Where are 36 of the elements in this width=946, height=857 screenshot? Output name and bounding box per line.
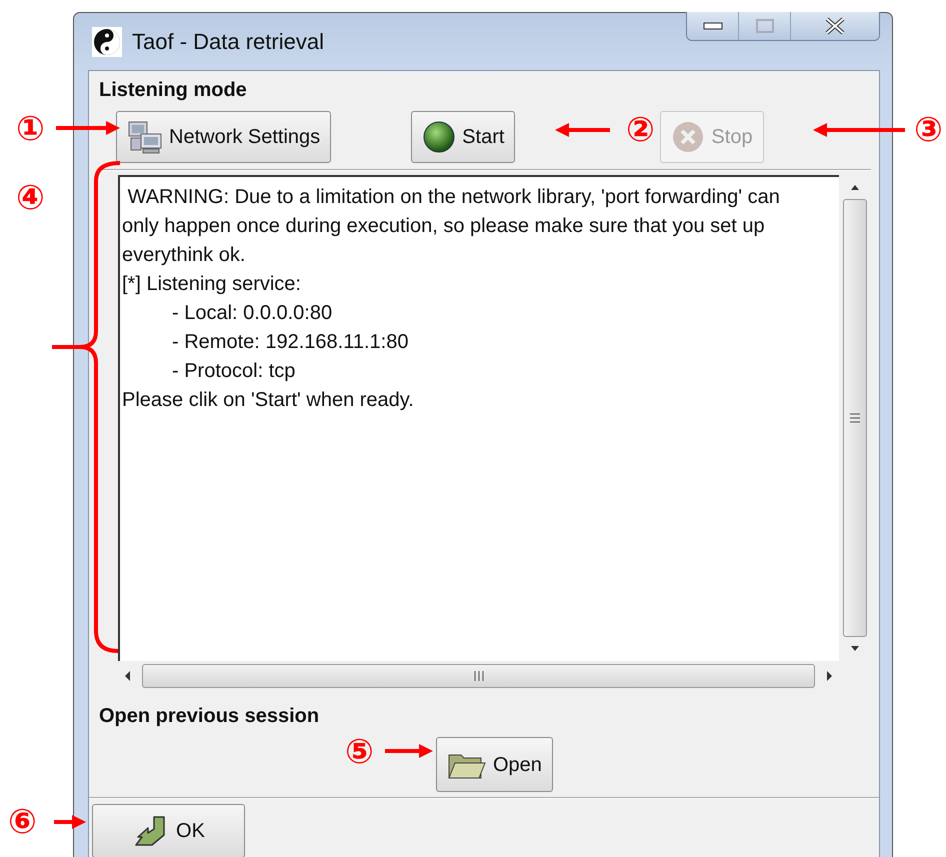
log-line: WARNING: Due to a limitation on the network library, 'port forwarding' can only happen once during execution, so please make sure that you set up everythink ok.: [122, 185, 781, 268]
callout-number: ①: [16, 111, 45, 147]
log-text-area[interactable]: [118, 175, 839, 661]
log-line: - Remote: 192.168.11.1:80: [171, 330, 410, 355]
grip-icon: [472, 670, 484, 682]
scroll-right-icon[interactable]: [825, 669, 835, 683]
minimize-icon: [702, 22, 722, 30]
section-heading: Open previous session: [98, 704, 320, 729]
arrow: [54, 814, 86, 830]
log-line: - Protocol: tcp: [171, 359, 296, 384]
yin-yang-icon: [92, 26, 122, 56]
callout-number: ④: [16, 180, 45, 216]
close-button[interactable]: [791, 12, 879, 40]
network-settings-button[interactable]: Network Settings: [116, 111, 332, 163]
close-icon: [824, 17, 846, 35]
minimize-button[interactable]: [687, 12, 739, 40]
callout-number: ②: [626, 112, 655, 148]
open-button[interactable]: Open: [436, 737, 553, 792]
cross-circle-icon: [671, 120, 706, 154]
arrow: [555, 122, 610, 138]
callout-number: ⑤: [345, 734, 374, 770]
computers-icon: [127, 119, 163, 155]
sphere-icon: [422, 120, 456, 154]
section-heading: Listening mode: [98, 78, 248, 103]
callout-number: ③: [914, 112, 943, 148]
window-title: Taof - Data retrieval: [132, 28, 324, 56]
callout-number: ⑥: [8, 804, 37, 840]
log-line: [*] Listening service:: [122, 272, 302, 297]
arrow: [385, 743, 433, 759]
arrow: [56, 120, 120, 136]
ok-button[interactable]: OK: [92, 804, 245, 857]
maximize-icon: [754, 18, 774, 34]
start-button[interactable]: Start: [411, 111, 516, 163]
log-line: - Local: 0.0.0.0:80: [171, 301, 334, 326]
log-line: Please clik on 'Start' when ready.: [122, 388, 415, 413]
grip-icon: [849, 413, 861, 423]
